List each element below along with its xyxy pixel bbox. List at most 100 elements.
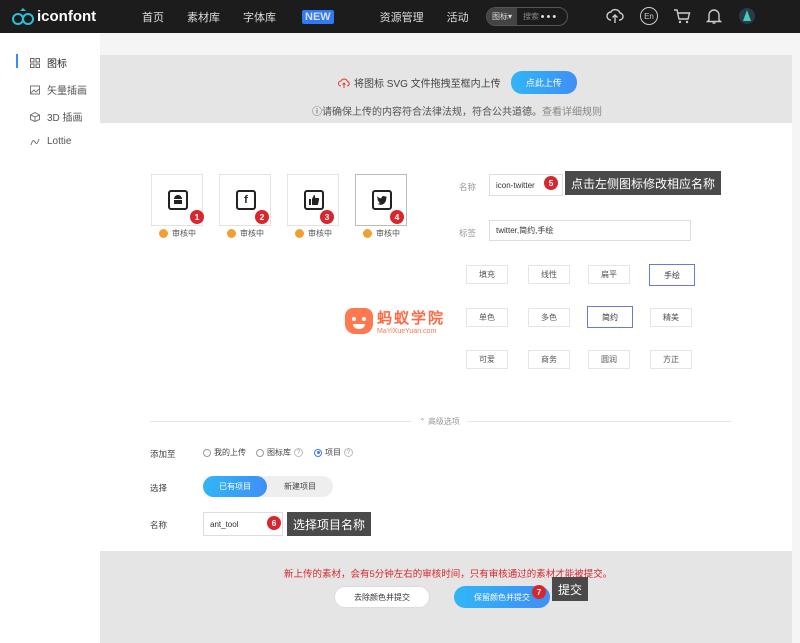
submit-remove-color-button[interactable]: 去除颜色并提交 bbox=[334, 586, 430, 608]
chevrons-up-icon: ⌃ bbox=[419, 417, 426, 426]
sidebar-item-icons[interactable]: 图标 bbox=[30, 55, 67, 70]
radio-icon-library[interactable]: 图标库? bbox=[256, 447, 303, 458]
radio-label: 项目 bbox=[325, 448, 341, 457]
name-label: 名称 bbox=[459, 182, 477, 192]
logo-icon bbox=[12, 7, 34, 25]
nav-fonts[interactable]: 字体库 NEW bbox=[243, 9, 357, 25]
sidebar: 图标 矢量插画 3D 插画 Lottie bbox=[0, 33, 100, 643]
existing-project-tab[interactable]: 已有项目 bbox=[203, 476, 267, 497]
step-marker-3: 3 bbox=[320, 210, 334, 224]
pending-dot bbox=[363, 229, 372, 238]
status-text: 审核中 bbox=[308, 229, 332, 238]
radio-circle bbox=[203, 448, 211, 457]
lottie-icon bbox=[30, 138, 40, 145]
sidebar-item-label: 矢量插画 bbox=[47, 86, 87, 97]
upload-note: ⓘ请确保上传的内容符合法律法规，符合公共道德。查看详细规则 bbox=[312, 103, 602, 118]
tag-fill[interactable]: 填充 bbox=[466, 265, 508, 284]
step-marker-6: 6 bbox=[267, 516, 281, 530]
info-icon: ⓘ bbox=[312, 107, 322, 118]
bell-icon[interactable] bbox=[705, 7, 723, 25]
upload-button[interactable]: 点此上传 bbox=[510, 71, 577, 94]
status-text: 审核中 bbox=[172, 229, 196, 238]
help-icon[interactable]: ? bbox=[344, 448, 353, 457]
status-badge: 审核中 bbox=[363, 228, 400, 239]
nav-library[interactable]: 素材库 bbox=[187, 9, 220, 25]
upload-dropzone[interactable]: 将图标 SVG 文件拖拽至框内上传 点此上传 ⓘ请确保上传的内容符合法律法规，符… bbox=[100, 55, 792, 123]
sidebar-item-label: 图标 bbox=[47, 59, 67, 70]
help-icon[interactable]: ? bbox=[294, 448, 303, 457]
new-badge: NEW bbox=[302, 9, 334, 24]
twitter-icon bbox=[372, 190, 392, 210]
tag-multicolor[interactable]: 多色 bbox=[528, 308, 570, 327]
status-badge: 审核中 bbox=[295, 228, 332, 239]
sidebar-item-lottie[interactable]: Lottie bbox=[30, 136, 71, 147]
tag-simple[interactable]: 简约 bbox=[587, 306, 633, 328]
language-icon[interactable]: En bbox=[640, 7, 658, 25]
search-input[interactable]: 搜索 bbox=[517, 11, 539, 22]
radio-label: 图标库 bbox=[267, 448, 291, 457]
status-text: 审核中 bbox=[240, 229, 264, 238]
project-mode-toggle: 已有项目 新建项目 bbox=[203, 476, 333, 497]
nav-home[interactable]: 首页 bbox=[142, 9, 164, 25]
sidebar-item-illustrations[interactable]: 矢量插画 bbox=[30, 82, 87, 97]
upload-hint-row: 将图标 SVG 文件拖拽至框内上传 点此上传 bbox=[338, 71, 577, 94]
tag-flat[interactable]: 扁平 bbox=[588, 265, 630, 284]
search-scope-label: 图标 bbox=[492, 12, 508, 21]
sidebar-item-3d[interactable]: 3D 插画 bbox=[30, 109, 83, 124]
step-marker-5: 5 bbox=[544, 176, 558, 190]
watermark-cn: 蚂蚁学院 bbox=[377, 310, 446, 327]
android-icon bbox=[168, 190, 188, 210]
logo-text: iconfont bbox=[37, 8, 97, 25]
tag-linear[interactable]: 线性 bbox=[528, 265, 570, 284]
radio-my-uploads[interactable]: 我的上传 bbox=[203, 447, 246, 458]
select-label: 选择 bbox=[150, 483, 168, 493]
facebook-icon: f bbox=[236, 190, 256, 210]
watermark-en: MaYiXueYuan.com bbox=[377, 328, 437, 335]
nav-events[interactable]: 活动 bbox=[447, 9, 469, 25]
sidebar-item-label: 3D 插画 bbox=[47, 113, 83, 124]
advanced-label: 高级选项 bbox=[427, 417, 460, 426]
status-badge: 审核中 bbox=[227, 228, 264, 239]
submit-callout: 提交 bbox=[552, 577, 589, 601]
top-nav-bar: iconfont 首页 素材库 字体库NEW 资源管理 活动 帮助 ••• 图标… bbox=[0, 0, 800, 33]
tag-square[interactable]: 方正 bbox=[650, 350, 692, 369]
sidebar-item-label: Lottie bbox=[47, 136, 72, 147]
status-text: 审核中 bbox=[376, 229, 400, 238]
advanced-toggle[interactable]: ⌃ 高级选项 bbox=[412, 416, 467, 427]
radio-project[interactable]: 项目? bbox=[314, 447, 353, 458]
tag-mono[interactable]: 单色 bbox=[466, 308, 508, 327]
cube-icon bbox=[30, 111, 40, 122]
search-scope-select[interactable]: 图标 ▾ bbox=[487, 8, 518, 25]
avatar[interactable] bbox=[738, 7, 756, 25]
rules-link[interactable]: 查看详细规则 bbox=[542, 107, 602, 118]
tags-input[interactable]: twitter,简约,手绘 bbox=[489, 220, 691, 241]
radio-circle bbox=[256, 448, 264, 457]
watermark-text: 蚂蚁学院 MaYiXueYuan.com bbox=[377, 307, 445, 335]
radio-circle-selected bbox=[314, 448, 322, 457]
status-badge: 审核中 bbox=[159, 228, 196, 239]
step-marker-2: 2 bbox=[255, 210, 269, 224]
project-name-label: 名称 bbox=[150, 520, 168, 530]
upload-icon[interactable] bbox=[606, 7, 624, 25]
nav-resources[interactable]: 资源管理 bbox=[380, 9, 424, 25]
image-icon bbox=[30, 85, 40, 94]
cart-icon[interactable] bbox=[673, 7, 691, 25]
nav-fonts-label: 字体库 bbox=[243, 11, 276, 24]
tag-rounded[interactable]: 圆润 bbox=[588, 350, 630, 369]
tag-cute[interactable]: 可爱 bbox=[466, 350, 508, 369]
add-to-label: 添加至 bbox=[150, 449, 176, 459]
step-marker-1: 1 bbox=[190, 210, 204, 224]
upload-panel: 将图标 SVG 文件拖拽至框内上传 点此上传 ⓘ请确保上传的内容符合法律法规，符… bbox=[100, 55, 792, 643]
tag-business[interactable]: 商务 bbox=[528, 350, 570, 369]
watermark-logo: 蚂蚁学院 MaYiXueYuan.com bbox=[345, 307, 445, 335]
tag-refined[interactable]: 精美 bbox=[650, 308, 692, 327]
sidebar-active-indicator bbox=[16, 54, 18, 68]
project-callout: 选择项目名称 bbox=[287, 512, 372, 536]
search-box[interactable]: 图标 ▾ 搜索 bbox=[486, 7, 568, 26]
upload-note-text: 请确保上传的内容符合法律法规，符合公共道德。 bbox=[322, 107, 542, 118]
iconfont-logo[interactable]: iconfont bbox=[12, 7, 102, 26]
new-project-tab[interactable]: 新建项目 bbox=[267, 476, 333, 497]
step-marker-7: 7 bbox=[532, 585, 546, 599]
tag-handdrawn[interactable]: 手绘 bbox=[649, 264, 695, 286]
grid-icon bbox=[30, 57, 40, 68]
